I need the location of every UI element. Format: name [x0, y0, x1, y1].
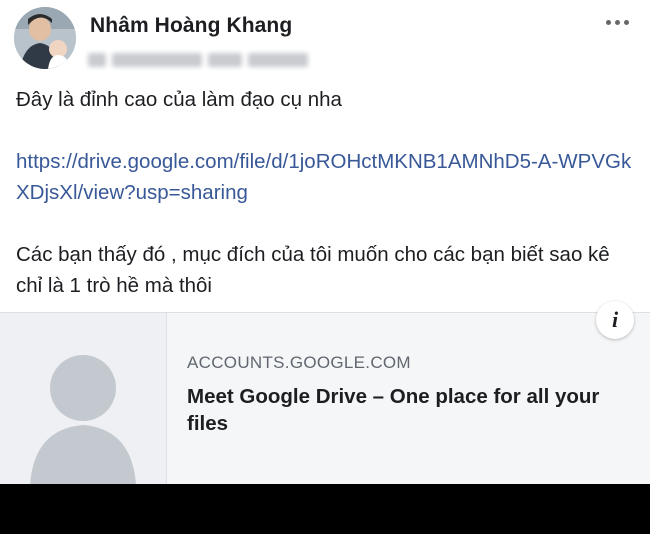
- more-horizontal-icon: [605, 19, 611, 25]
- post-header: Nhâm Hoàng Khang: [0, 0, 650, 80]
- more-options-button[interactable]: [602, 14, 632, 30]
- info-icon[interactable]: i: [596, 301, 634, 339]
- post-text-line-1: Đây là đỉnh cao của làm đạo cụ nha: [16, 88, 342, 111]
- avatar[interactable]: [14, 7, 76, 69]
- author-name[interactable]: Nhâm Hoàng Khang: [90, 14, 292, 38]
- default-user-silhouette-icon: [0, 313, 166, 485]
- link-preview-text: ACCOUNTS.GOOGLE.COM Meet Google Drive – …: [187, 353, 632, 437]
- bottom-black-bar: [0, 484, 650, 534]
- post-text-line-2: Các bạn thấy đó , mục đích của tôi muốn …: [16, 243, 610, 297]
- link-preview-card[interactable]: ACCOUNTS.GOOGLE.COM Meet Google Drive – …: [0, 301, 650, 485]
- post-meta-blurred: [88, 48, 328, 72]
- link-preview-domain: ACCOUNTS.GOOGLE.COM: [187, 353, 411, 372]
- link-preview-title[interactable]: Meet Google Drive – One place for all yo…: [187, 383, 632, 437]
- post-body: Đây là đỉnh cao của làm đạo cụ nha https…: [16, 84, 636, 301]
- link-preview-thumbnail: [0, 313, 167, 485]
- avatar-photo-icon: [14, 7, 76, 69]
- post-link[interactable]: https://drive.google.com/file/d/1joROHct…: [16, 146, 636, 208]
